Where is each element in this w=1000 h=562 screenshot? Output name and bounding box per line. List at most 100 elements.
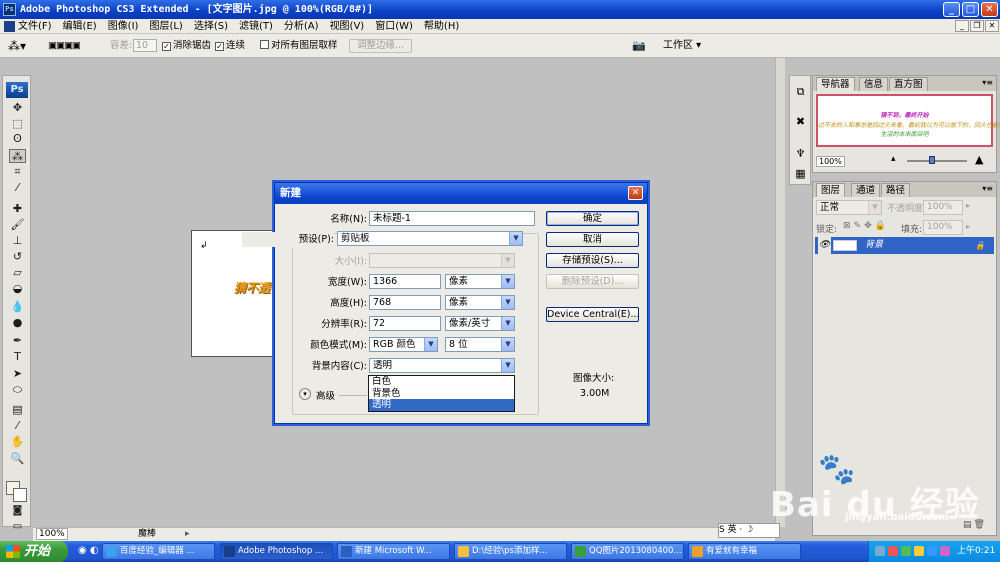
layers-panel-menu-icon[interactable]: ▾≡ xyxy=(982,184,993,193)
navigator-preview[interactable]: 猜不到，最终开始 过不去的人和事总是回过头来看，最初我以为可以放下的，回头也能淡… xyxy=(816,94,1000,147)
menu-select[interactable]: 选择(S) xyxy=(194,19,228,34)
task-word[interactable]: 新建 Microsoft W... xyxy=(337,543,450,560)
zoom-field[interactable]: 100% xyxy=(36,528,68,540)
navigator-zoom-field[interactable]: 100% xyxy=(816,156,845,167)
lasso-tool-icon[interactable]: ʘ xyxy=(9,132,26,146)
magic-wand-preset-icon[interactable]: ⁂▾ xyxy=(8,39,26,53)
task-qq-image[interactable]: QQ图片2013080400... xyxy=(571,543,684,560)
doc-minimize-icon[interactable]: _ xyxy=(955,20,969,32)
doc-close-icon[interactable]: ✕ xyxy=(985,20,999,32)
tab-paths[interactable]: 路径 xyxy=(881,183,911,197)
panel-menu-icon[interactable]: ▾≡ xyxy=(982,78,993,87)
brushes-panel-icon[interactable]: ♆ xyxy=(793,146,808,161)
blur-tool-icon[interactable]: 💧 xyxy=(9,300,26,314)
quick-mask-icon[interactable]: ◙ xyxy=(9,504,26,518)
task-folder[interactable]: D:\经验\ps添加样... xyxy=(454,543,567,560)
zoom-slider[interactable] xyxy=(907,160,967,162)
quick-launch-icons[interactable]: ◉ ◐ xyxy=(78,545,99,556)
bg-option-white[interactable]: 白色 xyxy=(369,376,514,388)
eyedropper2-tool-icon[interactable]: ⁄ xyxy=(9,419,26,433)
path-selection-tool-icon[interactable]: ➤ xyxy=(9,367,26,381)
task-music[interactable]: 有爱就有幸福 xyxy=(688,543,801,560)
minimize-button[interactable]: _ xyxy=(943,2,960,17)
workspace-menu[interactable]: 工作区 ▾ xyxy=(663,39,701,53)
size-select[interactable]: ▼ xyxy=(369,253,515,268)
tray-icon-3[interactable] xyxy=(901,546,911,556)
magic-wand-tool-icon[interactable]: ⁂ xyxy=(9,149,26,163)
tab-channels[interactable]: 通道 xyxy=(851,183,881,197)
menu-edit[interactable]: 编辑(E) xyxy=(63,19,97,34)
layer-row-background[interactable]: 👁 背景 🔒 xyxy=(815,237,994,254)
tab-layers[interactable]: 图层 xyxy=(816,183,846,197)
move-tool-icon[interactable]: ✥ xyxy=(9,101,26,115)
history-panel-icon[interactable]: ⧉ xyxy=(793,84,808,99)
fill-input[interactable]: 100% xyxy=(923,220,963,235)
tray-icon-2[interactable] xyxy=(888,546,898,556)
eyedropper-tool-icon[interactable]: ⁄ xyxy=(9,181,26,195)
save-preset-button[interactable]: 存储预设(S)... xyxy=(546,253,639,268)
zoom-in-icon[interactable]: ▲ xyxy=(975,153,983,166)
notes-tool-icon[interactable]: ▤ xyxy=(9,403,26,417)
crop-tool-icon[interactable]: ⌗ xyxy=(9,165,26,179)
tray-icon-6[interactable] xyxy=(940,546,950,556)
type-tool-icon[interactable]: T xyxy=(9,350,26,364)
task-baidu-editor[interactable]: 百度经验_编辑器 ... xyxy=(102,543,215,560)
refine-edge-button[interactable]: 调整边缘... xyxy=(349,39,413,53)
ime-toolbar[interactable]: S 英 · ☽ xyxy=(718,523,780,538)
preset-select[interactable]: 剪贴板 ▼ xyxy=(337,231,523,246)
menu-image[interactable]: 图像(I) xyxy=(108,19,139,34)
height-input[interactable]: 768 xyxy=(369,295,441,310)
menu-filter[interactable]: 滤镜(T) xyxy=(239,19,273,34)
history-brush-tool-icon[interactable]: ↺ xyxy=(9,250,26,264)
tray-icon-5[interactable] xyxy=(927,546,937,556)
eraser-tool-icon[interactable]: ▱ xyxy=(9,266,26,280)
tab-navigator[interactable]: 导航器 xyxy=(816,77,855,91)
tab-histogram[interactable]: 直方图 xyxy=(889,77,928,91)
advanced-expand-icon[interactable]: ▾ xyxy=(299,388,311,400)
healing-brush-tool-icon[interactable]: ✚ xyxy=(9,202,26,216)
color-mode-select[interactable]: RGB 颜色 ▼ xyxy=(369,337,438,352)
width-unit-select[interactable]: 像素 ▼ xyxy=(445,274,515,289)
doc-restore-icon[interactable]: ❐ xyxy=(970,20,984,32)
document-canvas[interactable]: ↲ 猜不透 xyxy=(191,230,281,357)
width-input[interactable]: 1366 xyxy=(369,274,441,289)
menu-help[interactable]: 帮助(H) xyxy=(424,19,459,34)
contiguous-checkbox[interactable]: ✓ 连续 xyxy=(215,39,245,53)
dodge-tool-icon[interactable]: ● xyxy=(9,316,26,330)
close-button[interactable]: ✕ xyxy=(981,2,998,17)
maximize-button[interactable]: □ xyxy=(962,2,979,17)
task-photoshop[interactable]: Adobe Photoshop ... xyxy=(220,543,333,560)
menu-layer[interactable]: 图层(L) xyxy=(149,19,182,34)
opacity-arrow-icon[interactable]: ▸ xyxy=(966,201,970,210)
name-input[interactable]: 未标题-1 xyxy=(369,211,535,226)
lock-icons[interactable]: ⊠✎✥🔒 xyxy=(843,221,889,231)
start-button[interactable]: 开始 xyxy=(0,541,68,562)
bit-depth-select[interactable]: 8 位 ▼ xyxy=(445,337,515,352)
camera-icon[interactable]: 📷 xyxy=(632,39,646,53)
tab-info[interactable]: 信息 xyxy=(859,77,889,91)
pen-tool-icon[interactable]: ✒ xyxy=(9,334,26,348)
clock[interactable]: 上午0:21 xyxy=(957,541,995,562)
clone-stamp-tool-icon[interactable]: ⊥ xyxy=(9,234,26,248)
zoom-slider-thumb[interactable] xyxy=(929,156,935,164)
status-arrow-icon[interactable]: ▸ xyxy=(185,528,190,541)
height-unit-select[interactable]: 像素 ▼ xyxy=(445,295,515,310)
device-central-button[interactable]: Device Central(E)... xyxy=(546,307,640,322)
tray-icon-4[interactable] xyxy=(914,546,924,556)
bg-option-transparent[interactable]: 透明 xyxy=(369,399,514,411)
fill-arrow-icon[interactable]: ▸ xyxy=(966,222,970,231)
menu-file[interactable]: 文件(F) xyxy=(18,19,52,34)
resolution-unit-select[interactable]: 像素/英寸 ▼ xyxy=(445,316,515,331)
paint-bucket-tool-icon[interactable]: ◒ xyxy=(9,282,26,296)
zoom-tool-icon[interactable]: 🔍 xyxy=(9,452,26,466)
delete-preset-button[interactable]: 删除预设(D)... xyxy=(546,274,639,289)
visibility-eye-icon[interactable]: 👁 xyxy=(818,237,831,254)
blend-mode-select[interactable]: 正常 ▼ xyxy=(816,200,882,215)
selection-mode-icons[interactable]: ▣▣▣▣ xyxy=(48,39,81,53)
tolerance-input[interactable]: 10 xyxy=(133,39,157,53)
cancel-button[interactable]: 取消 xyxy=(546,232,639,247)
bg-option-background-color[interactable]: 背景色 xyxy=(369,388,514,400)
hand-tool-icon[interactable]: ✋ xyxy=(9,435,26,449)
tools-preset-icon[interactable]: ✖ xyxy=(793,114,808,129)
ok-button[interactable]: 确定 xyxy=(546,211,639,226)
